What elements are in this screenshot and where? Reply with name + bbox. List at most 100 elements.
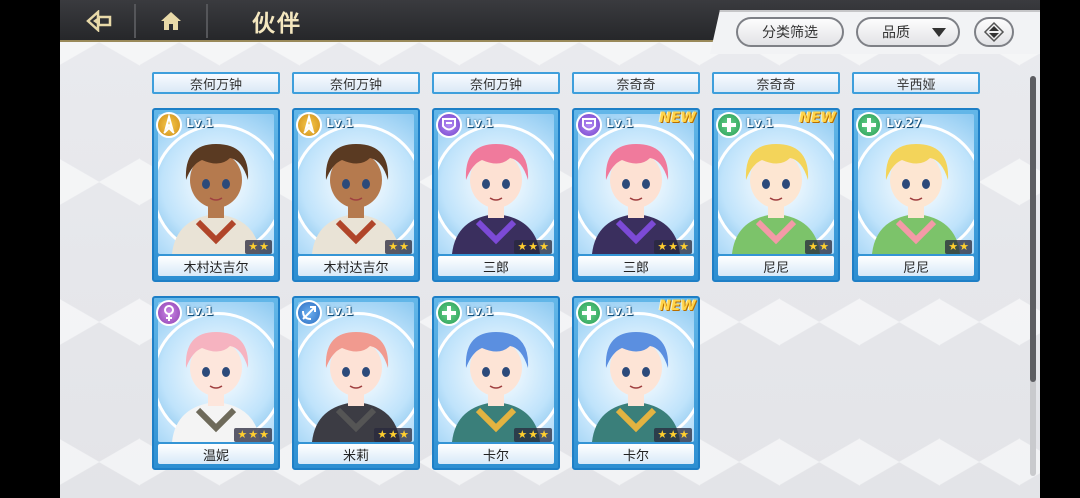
star-icon: ★: [377, 428, 388, 441]
star-icon: ★: [248, 240, 259, 253]
star-icon: ★: [259, 240, 269, 253]
star-icon: ★: [679, 428, 689, 441]
level-label: Lv.1: [186, 304, 214, 318]
character-name: 温妮: [158, 444, 274, 464]
scrollbar-thumb[interactable]: [1030, 76, 1036, 382]
star-rating: ★ ★ ★: [654, 428, 692, 442]
partner-card[interactable]: Lv.1 ★ ★ ★ 米莉: [292, 296, 420, 470]
new-badge: NEW: [799, 110, 836, 126]
character-name: 卡尔: [578, 444, 694, 464]
star-icon: ★: [679, 240, 689, 253]
partner-card[interactable]: Lv.1 ★ ★ 木村达吉尔: [292, 108, 420, 282]
star-icon: ★: [517, 428, 528, 441]
star-rating: ★ ★: [945, 240, 972, 254]
group-tag: 奈奇奇: [572, 72, 700, 94]
page-title: 伙伴: [252, 11, 302, 37]
star-icon: ★: [668, 240, 679, 253]
star-icon: ★: [539, 240, 549, 253]
character-name: 米莉: [298, 444, 414, 464]
star-icon: ★: [668, 428, 679, 441]
star-icon: ★: [388, 428, 399, 441]
divider: [134, 4, 136, 38]
role-class-icon: [716, 112, 742, 138]
partner-card[interactable]: Lv.1 NEW ★ ★ ★ 三郎: [572, 108, 700, 282]
level-label: Lv.1: [746, 116, 774, 130]
back-arrow-icon: [86, 10, 112, 32]
level-label: Lv.1: [186, 116, 214, 130]
role-class-icon: [156, 300, 182, 326]
group-tag: 奈奇奇: [712, 72, 840, 94]
role-class-icon: [436, 300, 462, 326]
home-button[interactable]: [144, 4, 198, 38]
character-name: 三郎: [438, 256, 554, 276]
role-class-icon: [576, 300, 602, 326]
partner-card[interactable]: Lv.27 ★ ★ 尼尼: [852, 108, 980, 282]
star-icon: ★: [399, 240, 409, 253]
level-label: Lv.1: [326, 304, 354, 318]
star-icon: ★: [657, 428, 668, 441]
star-icon: ★: [399, 428, 409, 441]
quality-label: 品质: [882, 25, 910, 41]
role-class-icon: [156, 112, 182, 138]
star-rating: ★ ★ ★: [654, 240, 692, 254]
role-class-icon: [856, 112, 882, 138]
character-name: 木村达吉尔: [158, 256, 274, 276]
group-tag: 奈何万钟: [292, 72, 420, 94]
star-icon: ★: [388, 240, 399, 253]
star-rating: ★ ★ ★: [514, 428, 552, 442]
partner-card[interactable]: Lv.1 ★ ★ ★ 温妮: [152, 296, 280, 470]
sort-updown-icon: [983, 21, 1005, 43]
partner-card[interactable]: Lv.1 NEW ★ ★ ★ 卡尔: [572, 296, 700, 470]
partner-card[interactable]: Lv.1 NEW ★ ★ 尼尼: [712, 108, 840, 282]
star-icon: ★: [657, 240, 668, 253]
star-icon: ★: [528, 240, 539, 253]
star-icon: ★: [259, 428, 269, 441]
star-icon: ★: [808, 240, 819, 253]
star-rating: ★ ★ ★: [374, 428, 412, 442]
character-name: 卡尔: [438, 444, 554, 464]
back-button[interactable]: [74, 4, 124, 38]
character-name: 尼尼: [858, 256, 974, 276]
star-rating: ★ ★: [805, 240, 832, 254]
star-icon: ★: [948, 240, 959, 253]
star-rating: ★ ★: [245, 240, 272, 254]
star-icon: ★: [539, 428, 549, 441]
character-name: 尼尼: [718, 256, 834, 276]
role-class-icon: [576, 112, 602, 138]
star-icon: ★: [237, 428, 248, 441]
character-name: 木村达吉尔: [298, 256, 414, 276]
star-icon: ★: [528, 428, 539, 441]
group-tag: 奈何万钟: [152, 72, 280, 94]
star-rating: ★ ★ ★: [234, 428, 272, 442]
level-label: Lv.1: [326, 116, 354, 130]
home-icon: [161, 12, 181, 30]
star-rating: ★ ★ ★: [514, 240, 552, 254]
new-badge: NEW: [659, 298, 696, 314]
caret-down-icon: [932, 28, 946, 37]
level-label: Lv.1: [466, 304, 494, 318]
level-label: Lv.27: [886, 116, 922, 130]
new-badge: NEW: [659, 110, 696, 126]
level-label: Lv.1: [466, 116, 494, 130]
role-class-icon: [296, 112, 322, 138]
partner-card[interactable]: Lv.1 ★ ★ ★ 三郎: [432, 108, 560, 282]
partner-card[interactable]: Lv.1 ★ ★ 木村达吉尔: [152, 108, 280, 282]
star-icon: ★: [819, 240, 829, 253]
star-rating: ★ ★: [385, 240, 412, 254]
character-name: 三郎: [578, 256, 694, 276]
level-label: Lv.1: [606, 304, 634, 318]
sort-order-button[interactable]: [974, 17, 1014, 47]
category-filter-button[interactable]: 分类筛选: [736, 17, 844, 47]
level-label: Lv.1: [606, 116, 634, 130]
role-class-icon: [296, 300, 322, 326]
partner-screen: 伙伴 分类筛选 品质 奈何万钟 奈何万钟 奈何万钟 奈奇奇 奈奇奇 辛西娅 Lv…: [60, 0, 1040, 498]
group-tag: 辛西娅: [852, 72, 980, 94]
star-icon: ★: [517, 240, 528, 253]
quality-sort-dropdown[interactable]: 品质: [856, 17, 960, 47]
partner-card[interactable]: Lv.1 ★ ★ ★ 卡尔: [432, 296, 560, 470]
star-icon: ★: [959, 240, 969, 253]
role-class-icon: [436, 112, 462, 138]
divider: [206, 4, 208, 38]
group-tag: 奈何万钟: [432, 72, 560, 94]
star-icon: ★: [248, 428, 259, 441]
